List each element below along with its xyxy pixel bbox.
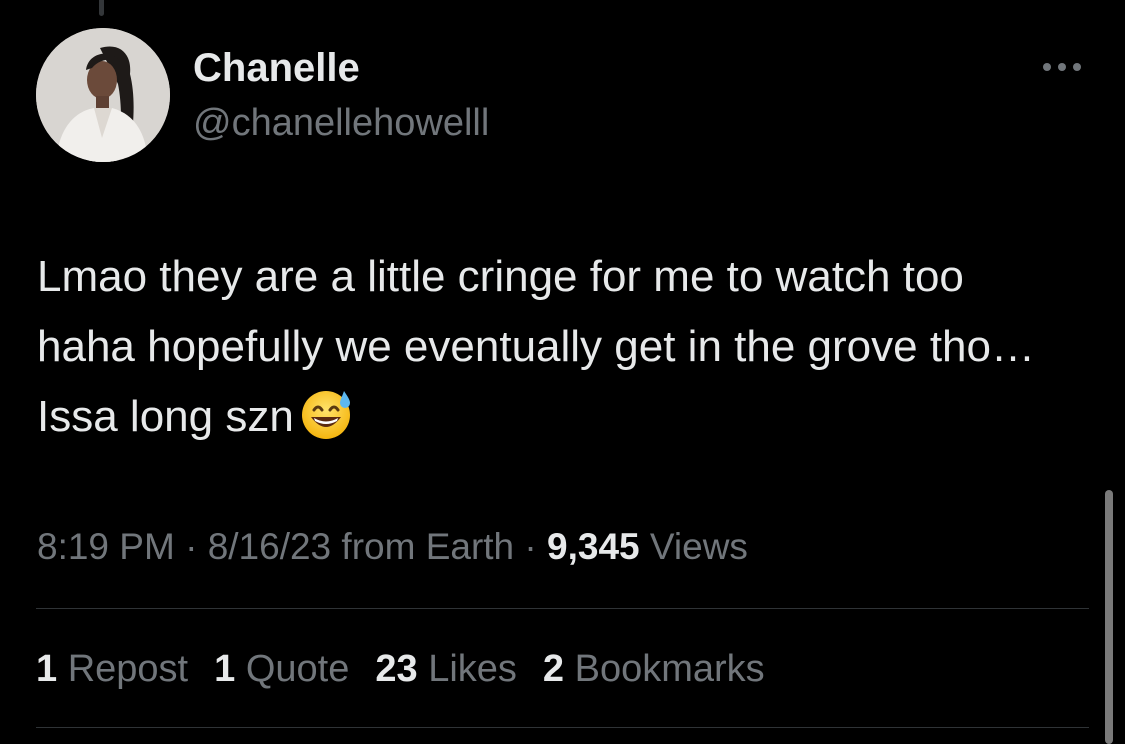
thread-connector-line bbox=[99, 0, 104, 16]
author-name[interactable]: Chanelle bbox=[193, 44, 360, 92]
more-options-button[interactable] bbox=[1034, 52, 1090, 82]
tweet-body: Lmao they are a little cringe for me to … bbox=[37, 242, 1047, 452]
likes-count: 23 bbox=[375, 648, 418, 690]
grinning-face-with-sweat-icon bbox=[298, 385, 354, 441]
likes-label: Likes bbox=[428, 648, 517, 690]
tweet-source: from Earth bbox=[341, 526, 515, 567]
tweet-date[interactable]: 8/16/23 bbox=[208, 526, 331, 567]
views-count[interactable]: 9,345 bbox=[547, 526, 640, 567]
views-label: Views bbox=[649, 526, 748, 567]
tweet-meta: 8:19 PM · 8/16/23 from Earth · 9,345 Vie… bbox=[37, 524, 748, 570]
bookmarks-label: Bookmarks bbox=[574, 648, 765, 690]
bookmarks-stat[interactable]: 2 Bookmarks bbox=[543, 644, 765, 694]
author-handle[interactable]: @chanellehowelll bbox=[193, 100, 489, 146]
likes-stat[interactable]: 23 Likes bbox=[375, 644, 517, 694]
reposts-stat[interactable]: 1 Repost bbox=[36, 644, 188, 694]
more-options-icon-dot bbox=[1073, 63, 1081, 71]
tweet-time[interactable]: 8:19 PM bbox=[37, 526, 175, 567]
avatar-photo bbox=[36, 28, 170, 162]
quotes-stat[interactable]: 1 Quote bbox=[214, 644, 349, 694]
engagement-stats: 1 Repost 1 Quote 23 Likes 2 Bookmarks bbox=[36, 644, 765, 694]
scrollbar[interactable] bbox=[1105, 490, 1113, 744]
tweet-text: Lmao they are a little cringe for me to … bbox=[37, 252, 1035, 441]
reposts-count: 1 bbox=[36, 648, 58, 690]
quotes-count: 1 bbox=[214, 648, 236, 690]
divider bbox=[36, 608, 1089, 609]
reposts-label: Repost bbox=[67, 648, 189, 690]
more-options-icon bbox=[1043, 63, 1051, 71]
meta-separator: · bbox=[524, 526, 537, 567]
more-options-icon-dot bbox=[1058, 63, 1066, 71]
avatar[interactable] bbox=[36, 28, 170, 162]
meta-separator: · bbox=[185, 526, 198, 567]
bookmarks-count: 2 bbox=[542, 648, 565, 690]
quotes-label: Quote bbox=[245, 648, 350, 690]
divider bbox=[36, 727, 1089, 728]
